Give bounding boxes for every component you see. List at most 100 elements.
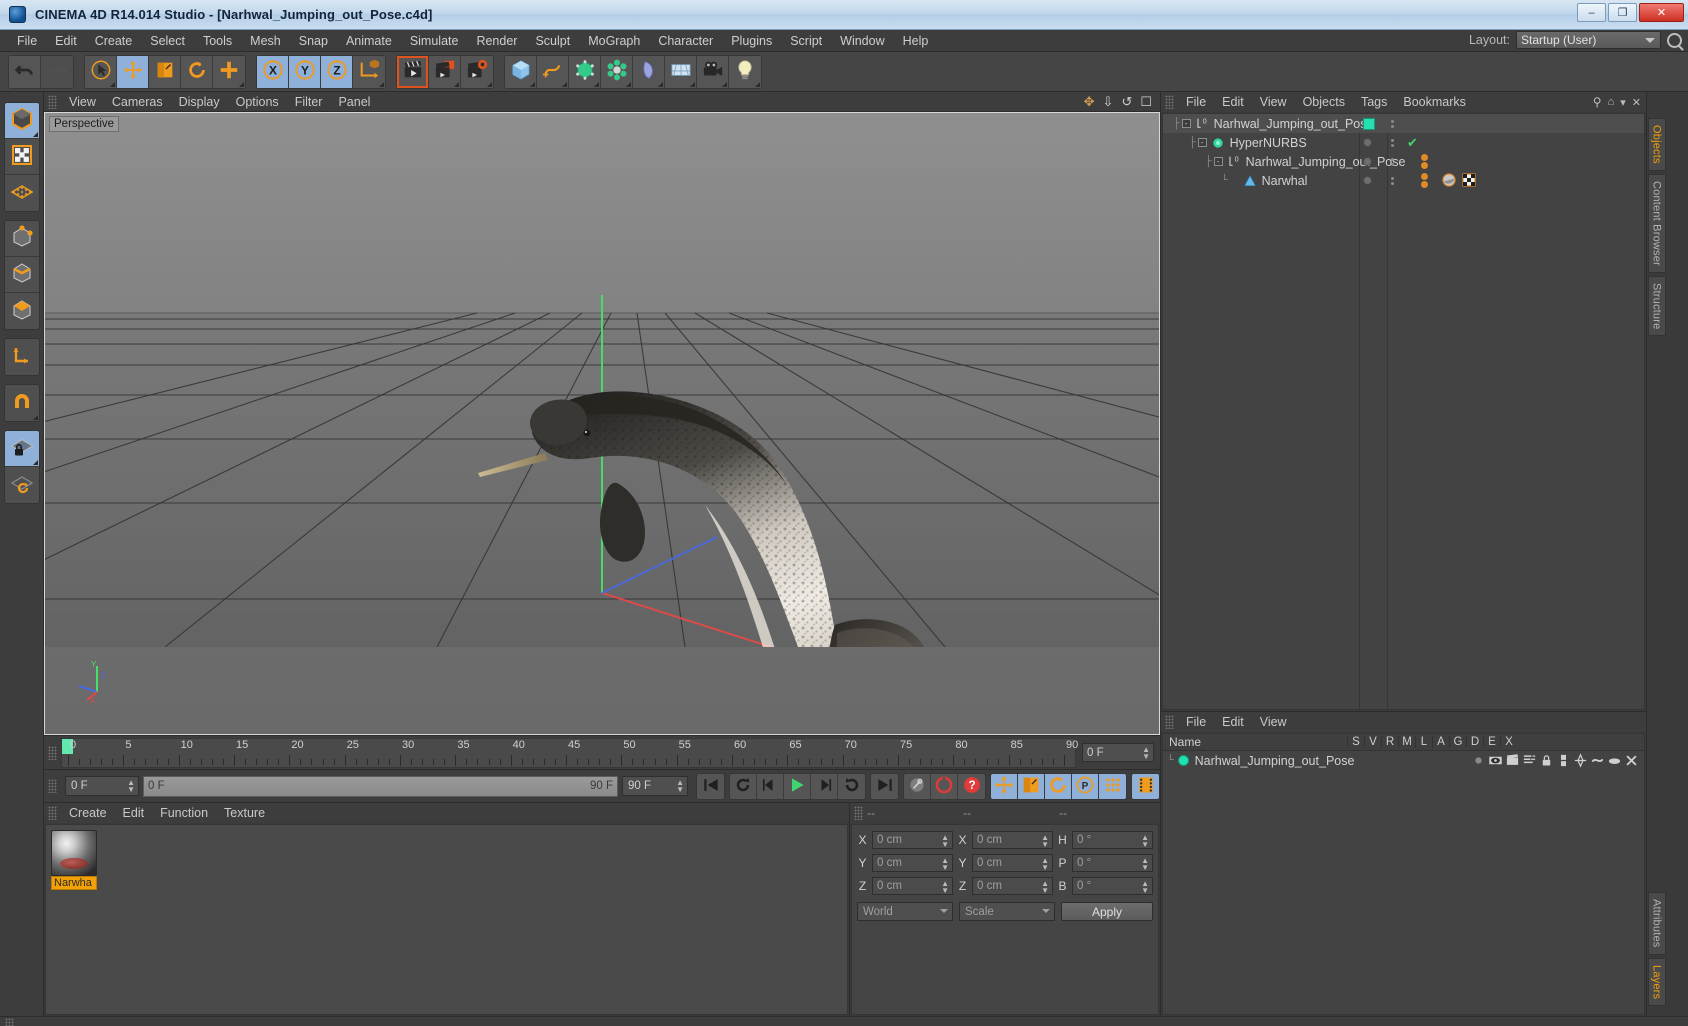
add-nurbs-button[interactable] (569, 55, 601, 88)
spinner-icon[interactable]: ▲ ▼ (1041, 834, 1049, 849)
add-light-button[interactable] (729, 55, 761, 88)
undo-button[interactable] (9, 55, 41, 88)
lock-x-axis-button[interactable]: X (257, 55, 289, 88)
layers-menu-view[interactable]: View (1252, 714, 1295, 730)
deformer-icon[interactable] (1589, 753, 1606, 768)
lock-z-axis-button[interactable]: Z (321, 55, 353, 88)
visibility-dot-icon[interactable] (1363, 138, 1372, 147)
scale-key-button[interactable] (1018, 773, 1045, 799)
vertical-tab-objects[interactable]: Objects (1647, 118, 1666, 171)
objectmanager-menu-objects[interactable]: Objects (1295, 94, 1353, 110)
edit-polygons-button[interactable] (4, 293, 39, 329)
keyframe-help-button[interactable]: ? (958, 773, 985, 799)
object-tree-row[interactable]: ├ - 0 Narhwal_Jumping_out_Pose (1163, 114, 1644, 133)
visibility-dots-icon[interactable] (1391, 138, 1394, 147)
move-view-icon[interactable]: ✥ (1084, 94, 1095, 110)
spinner-icon[interactable]: ▲ ▼ (941, 857, 949, 872)
overflow-corner-icon[interactable] (722, 81, 727, 87)
scale-view-icon[interactable]: ⇩ (1103, 94, 1114, 110)
collapse-icon[interactable]: ▾ (1620, 96, 1626, 109)
axis-modify-button[interactable] (4, 339, 39, 375)
layers-column-x[interactable]: X (1500, 736, 1517, 748)
overflow-corner-icon[interactable] (110, 81, 115, 87)
material-list[interactable]: Narwha (45, 824, 848, 1015)
layer-color-swatch[interactable] (1177, 755, 1189, 766)
object-tree[interactable]: ├ -0 Narhwal_Jumping_out_Pose ├ - HyperNURB… (1162, 113, 1645, 710)
menu-item-file[interactable]: File (8, 32, 46, 50)
spinner-icon[interactable]: ▲ ▼ (941, 880, 949, 895)
step-back-keyframe-button[interactable] (730, 773, 757, 799)
menu-item-mograph[interactable]: MoGraph (579, 32, 649, 50)
object-tree-row[interactable]: └ Narwhal (1163, 171, 1644, 190)
drag-grip-icon[interactable] (5, 1017, 14, 1026)
current-frame-field[interactable]: 0 F ▲ ▼ (1082, 743, 1154, 762)
overflow-corner-icon[interactable] (658, 81, 663, 87)
render-to-picture-viewer-button[interactable] (429, 55, 461, 88)
solo-dot-icon[interactable] (1470, 753, 1487, 768)
menu-item-character[interactable]: Character (649, 32, 722, 50)
material-menu-function[interactable]: Function (152, 805, 216, 821)
texture-mode-button[interactable] (4, 139, 39, 175)
goto-start-button[interactable] (697, 773, 724, 799)
menu-item-create[interactable]: Create (86, 32, 142, 50)
layers-column-m[interactable]: M (1398, 736, 1415, 748)
drag-grip-icon[interactable] (48, 94, 57, 109)
tree-expander-toggle[interactable]: - (1197, 138, 1207, 147)
viewport-menu-view[interactable]: View (61, 94, 104, 110)
add-cube-button[interactable] (505, 55, 537, 88)
enabled-check-icon[interactable]: ✔ (1407, 135, 1418, 151)
overflow-corner-icon[interactable] (594, 81, 599, 87)
coordinate-system-select[interactable]: World (857, 902, 953, 921)
object-tree-row[interactable]: ├ - 0 Narhwal_Jumping_out_Pose (1163, 152, 1644, 171)
close-button[interactable]: ✕ (1639, 3, 1684, 22)
viewport-menu-cameras[interactable]: Cameras (104, 94, 171, 110)
material-sphere-preview[interactable] (51, 830, 97, 876)
enable-snap-button[interactable] (4, 385, 39, 421)
overflow-corner-icon[interactable] (32, 132, 38, 137)
menu-item-render[interactable]: Render (467, 32, 526, 50)
minimize-button[interactable]: – (1577, 3, 1606, 22)
overflow-corner-icon[interactable] (239, 81, 244, 87)
autokeying-button[interactable] (904, 773, 931, 799)
add-tool[interactable] (213, 55, 245, 88)
render-settings-button[interactable] (461, 55, 493, 88)
spinner-icon[interactable]: ▲ ▼ (1041, 880, 1049, 895)
visibility-dot-icon[interactable] (1363, 157, 1372, 166)
menu-item-script[interactable]: Script (781, 32, 831, 50)
expression-icon[interactable] (1606, 753, 1623, 768)
points-mode-button[interactable] (4, 175, 39, 211)
drag-grip-icon[interactable] (854, 806, 863, 820)
rotation-input[interactable]: 0 ° ▲ ▼ (1072, 854, 1153, 872)
menu-item-tools[interactable]: Tools (194, 32, 241, 50)
layers-column-d[interactable]: D (1466, 736, 1483, 748)
end-frame-field[interactable]: 90 F ▲ ▼ (622, 776, 688, 796)
spinner-icon[interactable]: ▲ ▼ (1142, 746, 1150, 761)
overflow-corner-icon[interactable] (32, 460, 38, 465)
maximize-view-icon[interactable]: ☐ (1140, 94, 1152, 110)
close-icon[interactable]: ✕ (1632, 96, 1641, 109)
rotate-view-icon[interactable]: ↺ (1121, 94, 1132, 110)
spinner-icon[interactable]: ▲ ▼ (1141, 857, 1149, 872)
size-input[interactable]: 0 cm ▲ ▼ (972, 831, 1053, 849)
visibility-dots-icon[interactable] (1391, 157, 1394, 166)
menu-item-simulate[interactable]: Simulate (401, 32, 468, 50)
vertical-tab-structure[interactable]: Structure (1647, 275, 1666, 337)
generator-icon[interactable] (1572, 753, 1589, 768)
world-object-coordinates-button[interactable] (353, 55, 385, 88)
layers-menu-edit[interactable]: Edit (1214, 714, 1252, 730)
objectmanager-menu-view[interactable]: View (1252, 94, 1295, 110)
overflow-corner-icon[interactable] (690, 81, 695, 87)
objectmanager-menu-edit[interactable]: Edit (1214, 94, 1252, 110)
point-level-animation-button[interactable] (1099, 773, 1126, 799)
workplane-lock-button[interactable] (4, 431, 39, 467)
menu-item-window[interactable]: Window (831, 32, 893, 50)
layout-select[interactable]: Startup (User) (1516, 31, 1661, 49)
model-mode-button[interactable] (4, 103, 39, 139)
spinner-icon[interactable]: ▲ ▼ (1141, 880, 1149, 895)
position-input[interactable]: 0 cm ▲ ▼ (872, 854, 953, 872)
apply-button[interactable]: Apply (1061, 902, 1153, 921)
tree-expander-toggle[interactable]: - (1181, 119, 1191, 128)
spinner-icon[interactable]: ▲ ▼ (941, 834, 949, 849)
viewport-menu-panel[interactable]: Panel (330, 94, 378, 110)
lock-y-axis-button[interactable]: Y (289, 55, 321, 88)
